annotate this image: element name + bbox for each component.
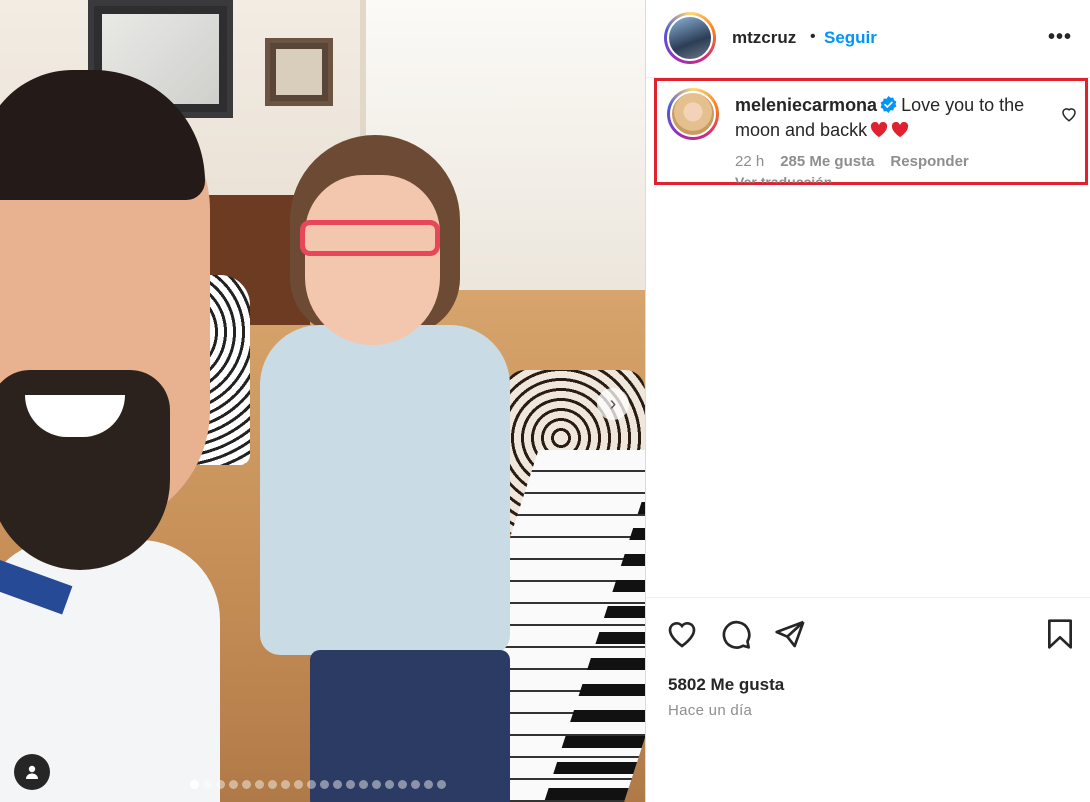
carousel-dot	[411, 780, 420, 789]
comment-meta: 22 h 285 Me gusta Responder	[735, 153, 969, 170]
carousel-dot	[190, 780, 199, 789]
comment-body: meleniecarmona Love you to the moon and b…	[735, 93, 1045, 143]
carousel-dot	[255, 780, 264, 789]
instagram-post-modal: › mtzcruz • Seguir ••• meleniecarmona Lov…	[0, 0, 1090, 802]
commenter-avatar[interactable]	[667, 88, 719, 140]
carousel-dot	[359, 780, 368, 789]
author-username[interactable]: mtzcruz	[732, 28, 796, 48]
picture-frame-small	[265, 38, 333, 106]
man-figure	[0, 70, 240, 802]
post-side-panel: mtzcruz • Seguir ••• meleniecarmona Love …	[645, 0, 1090, 802]
more-options-icon[interactable]: •••	[1048, 26, 1072, 49]
save-bookmark-icon[interactable]	[1044, 618, 1076, 650]
red-heart-emoji-icon	[871, 122, 888, 138]
comment-time: 22 h	[735, 153, 765, 170]
carousel-dot	[424, 780, 433, 789]
post-timestamp: Hace un día	[668, 702, 753, 719]
red-heart-emoji-icon	[892, 122, 909, 138]
carousel-dot	[203, 780, 212, 789]
comment-likes[interactable]: 285 Me gusta	[780, 153, 874, 170]
author-avatar[interactable]	[664, 12, 716, 64]
carousel-dot	[229, 780, 238, 789]
girl-figure	[260, 135, 530, 802]
post-likes-count[interactable]: 5802 Me gusta	[668, 675, 784, 695]
carousel-dot	[307, 780, 316, 789]
commenter-username[interactable]: meleniecarmona	[735, 95, 877, 115]
carousel-dot	[398, 780, 407, 789]
separator-dot: •	[810, 28, 816, 45]
carousel-dot	[385, 780, 394, 789]
carousel-dot	[346, 780, 355, 789]
post-actions: 5802 Me gusta Hace un día	[646, 597, 1090, 802]
post-photo: ›	[0, 0, 645, 802]
post-header: mtzcruz • Seguir •••	[646, 0, 1090, 78]
verified-badge-icon	[880, 96, 897, 113]
carousel-dot	[372, 780, 381, 789]
carousel-dot	[242, 780, 251, 789]
carousel-dot	[281, 780, 290, 789]
carousel-next-button[interactable]: ›	[597, 388, 629, 420]
carousel-dot	[333, 780, 342, 789]
carousel-dot	[320, 780, 329, 789]
carousel-dot	[437, 780, 446, 789]
highlighted-comment: meleniecarmona Love you to the moon and b…	[654, 78, 1088, 185]
carousel-dot	[216, 780, 225, 789]
carousel-dot	[294, 780, 303, 789]
heart-outline-icon[interactable]	[1060, 105, 1078, 123]
share-paper-plane-icon[interactable]	[774, 618, 806, 650]
reply-button[interactable]: Responder	[890, 153, 968, 170]
chevron-right-icon: ›	[609, 392, 617, 415]
tagged-users-button[interactable]	[14, 754, 50, 790]
comment-bubble-icon[interactable]	[720, 618, 752, 650]
carousel-indicator	[190, 780, 446, 789]
see-translation-link[interactable]: Ver traducción	[735, 174, 832, 183]
carousel-dot	[268, 780, 277, 789]
follow-button[interactable]: Seguir	[824, 28, 877, 48]
user-icon	[26, 765, 38, 779]
like-heart-icon[interactable]	[666, 618, 698, 650]
